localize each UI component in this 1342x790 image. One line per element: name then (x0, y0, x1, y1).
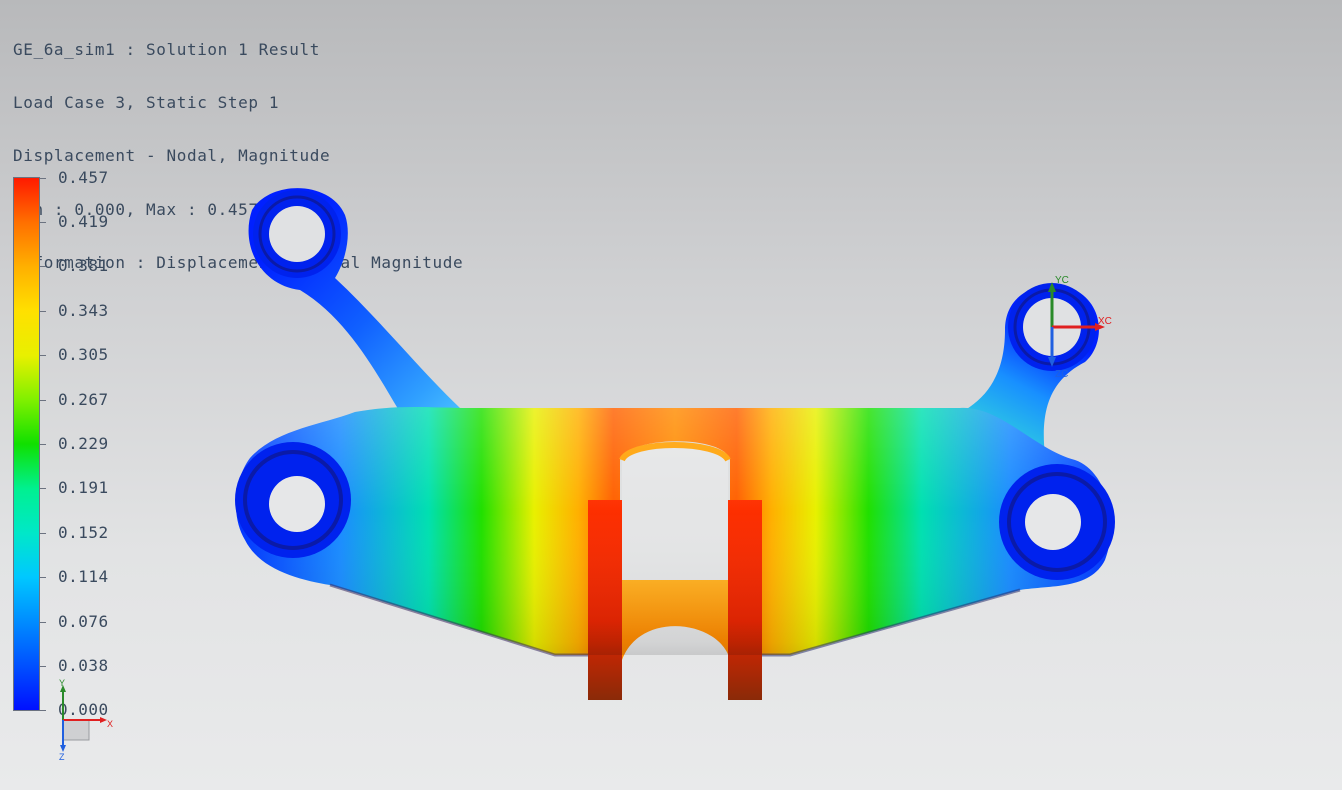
view-z-arrow-icon (60, 745, 66, 752)
wcs-z-label: ZC (1055, 369, 1068, 380)
mounting-hole-right (999, 464, 1115, 580)
wcs-x-label: XC (1098, 316, 1112, 327)
body-shading (235, 407, 1111, 655)
wcs-y-label: YC (1055, 275, 1069, 286)
view-triad[interactable]: Y X Z (59, 678, 113, 762)
mounting-hole-top-left (253, 190, 341, 278)
fea-model-viewport[interactable]: YC XC ZC Y X Z (0, 0, 1342, 790)
view-triad-box (62, 719, 90, 741)
view-z-label: Z (59, 752, 65, 762)
mounting-hole-left (235, 442, 351, 558)
view-x-label: X (107, 719, 113, 729)
view-y-label: Y (59, 678, 65, 688)
view-x-arrow-icon (100, 717, 107, 723)
